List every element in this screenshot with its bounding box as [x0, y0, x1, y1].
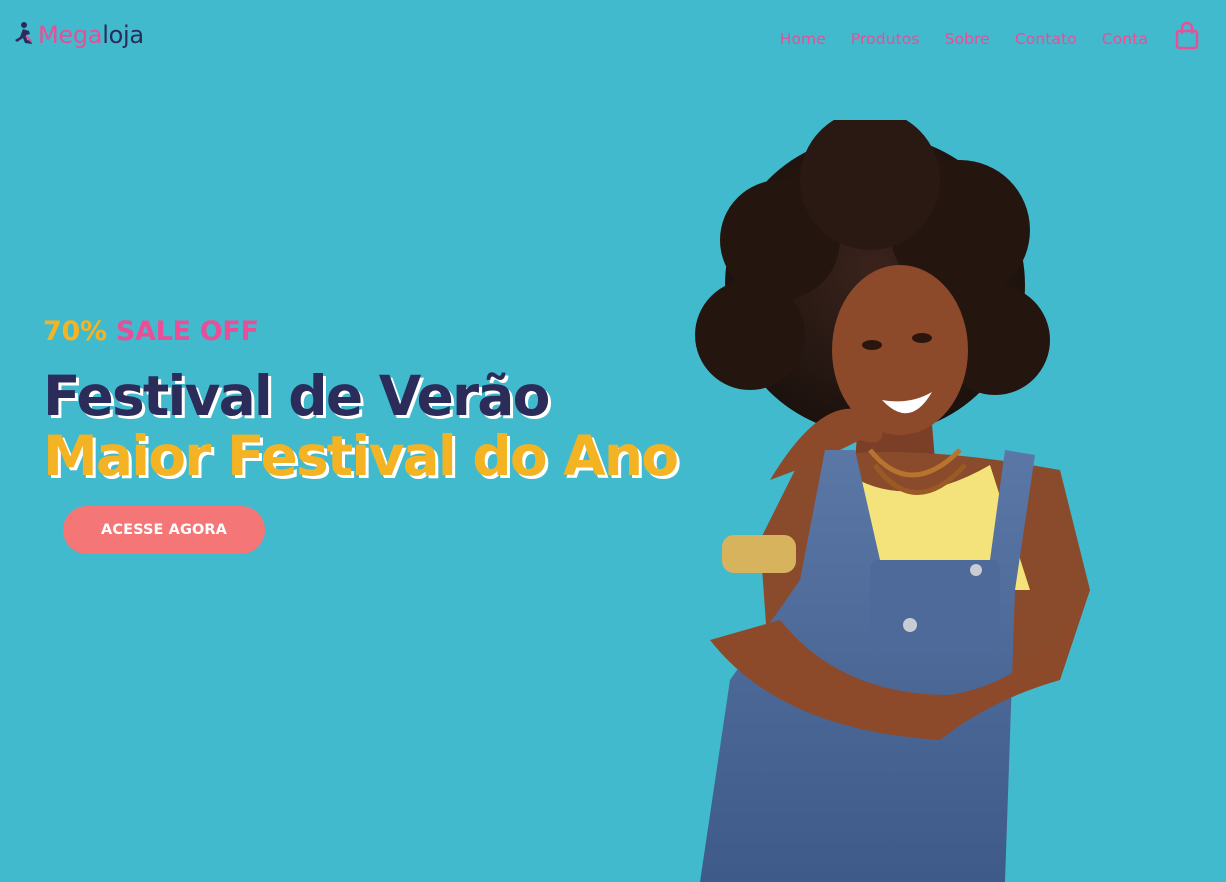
- promo-percent: 70%: [43, 316, 107, 347]
- main-nav: Home Produtos Sobre Contato Conta: [780, 28, 1148, 50]
- shopping-bag-icon[interactable]: [1174, 21, 1200, 51]
- running-figure-icon: [15, 22, 33, 44]
- promo-sale-text: SALE OFF: [115, 316, 259, 347]
- nav-link-conta[interactable]: Conta: [1102, 28, 1148, 50]
- logo[interactable]: Megaloja: [12, 20, 144, 50]
- nav-link-sobre[interactable]: Sobre: [945, 28, 990, 50]
- logo-text-mega: Mega: [38, 21, 103, 49]
- button-shape-2: [970, 564, 982, 576]
- right-eye-shape: [912, 333, 932, 343]
- left-eye-shape: [862, 340, 882, 350]
- hero-headline: Festival de Verão Maior Festival do Ano: [43, 364, 679, 488]
- nav-link-home[interactable]: Home: [780, 28, 826, 50]
- hero-photo: [695, 120, 1090, 882]
- cta-button[interactable]: ACESSE AGORA: [63, 506, 265, 554]
- logo-text-loja: loja: [102, 21, 144, 49]
- hero-title-line-2: Maior Festival do Ano: [43, 424, 679, 488]
- landing-page: Megaloja Home Produtos Sobre Contato Con…: [0, 0, 1226, 882]
- logo-text: Megaloja: [38, 20, 144, 50]
- site-header: Megaloja Home Produtos Sobre Contato Con…: [0, 0, 1226, 80]
- promo-label: 70% SALE OFF: [43, 314, 259, 350]
- bracelet-shape: [722, 535, 796, 573]
- button-shape: [903, 618, 917, 632]
- nav-link-produtos[interactable]: Produtos: [851, 28, 920, 50]
- hero-title-line-1: Festival de Verão: [43, 364, 550, 428]
- nav-link-contato[interactable]: Contato: [1015, 28, 1077, 50]
